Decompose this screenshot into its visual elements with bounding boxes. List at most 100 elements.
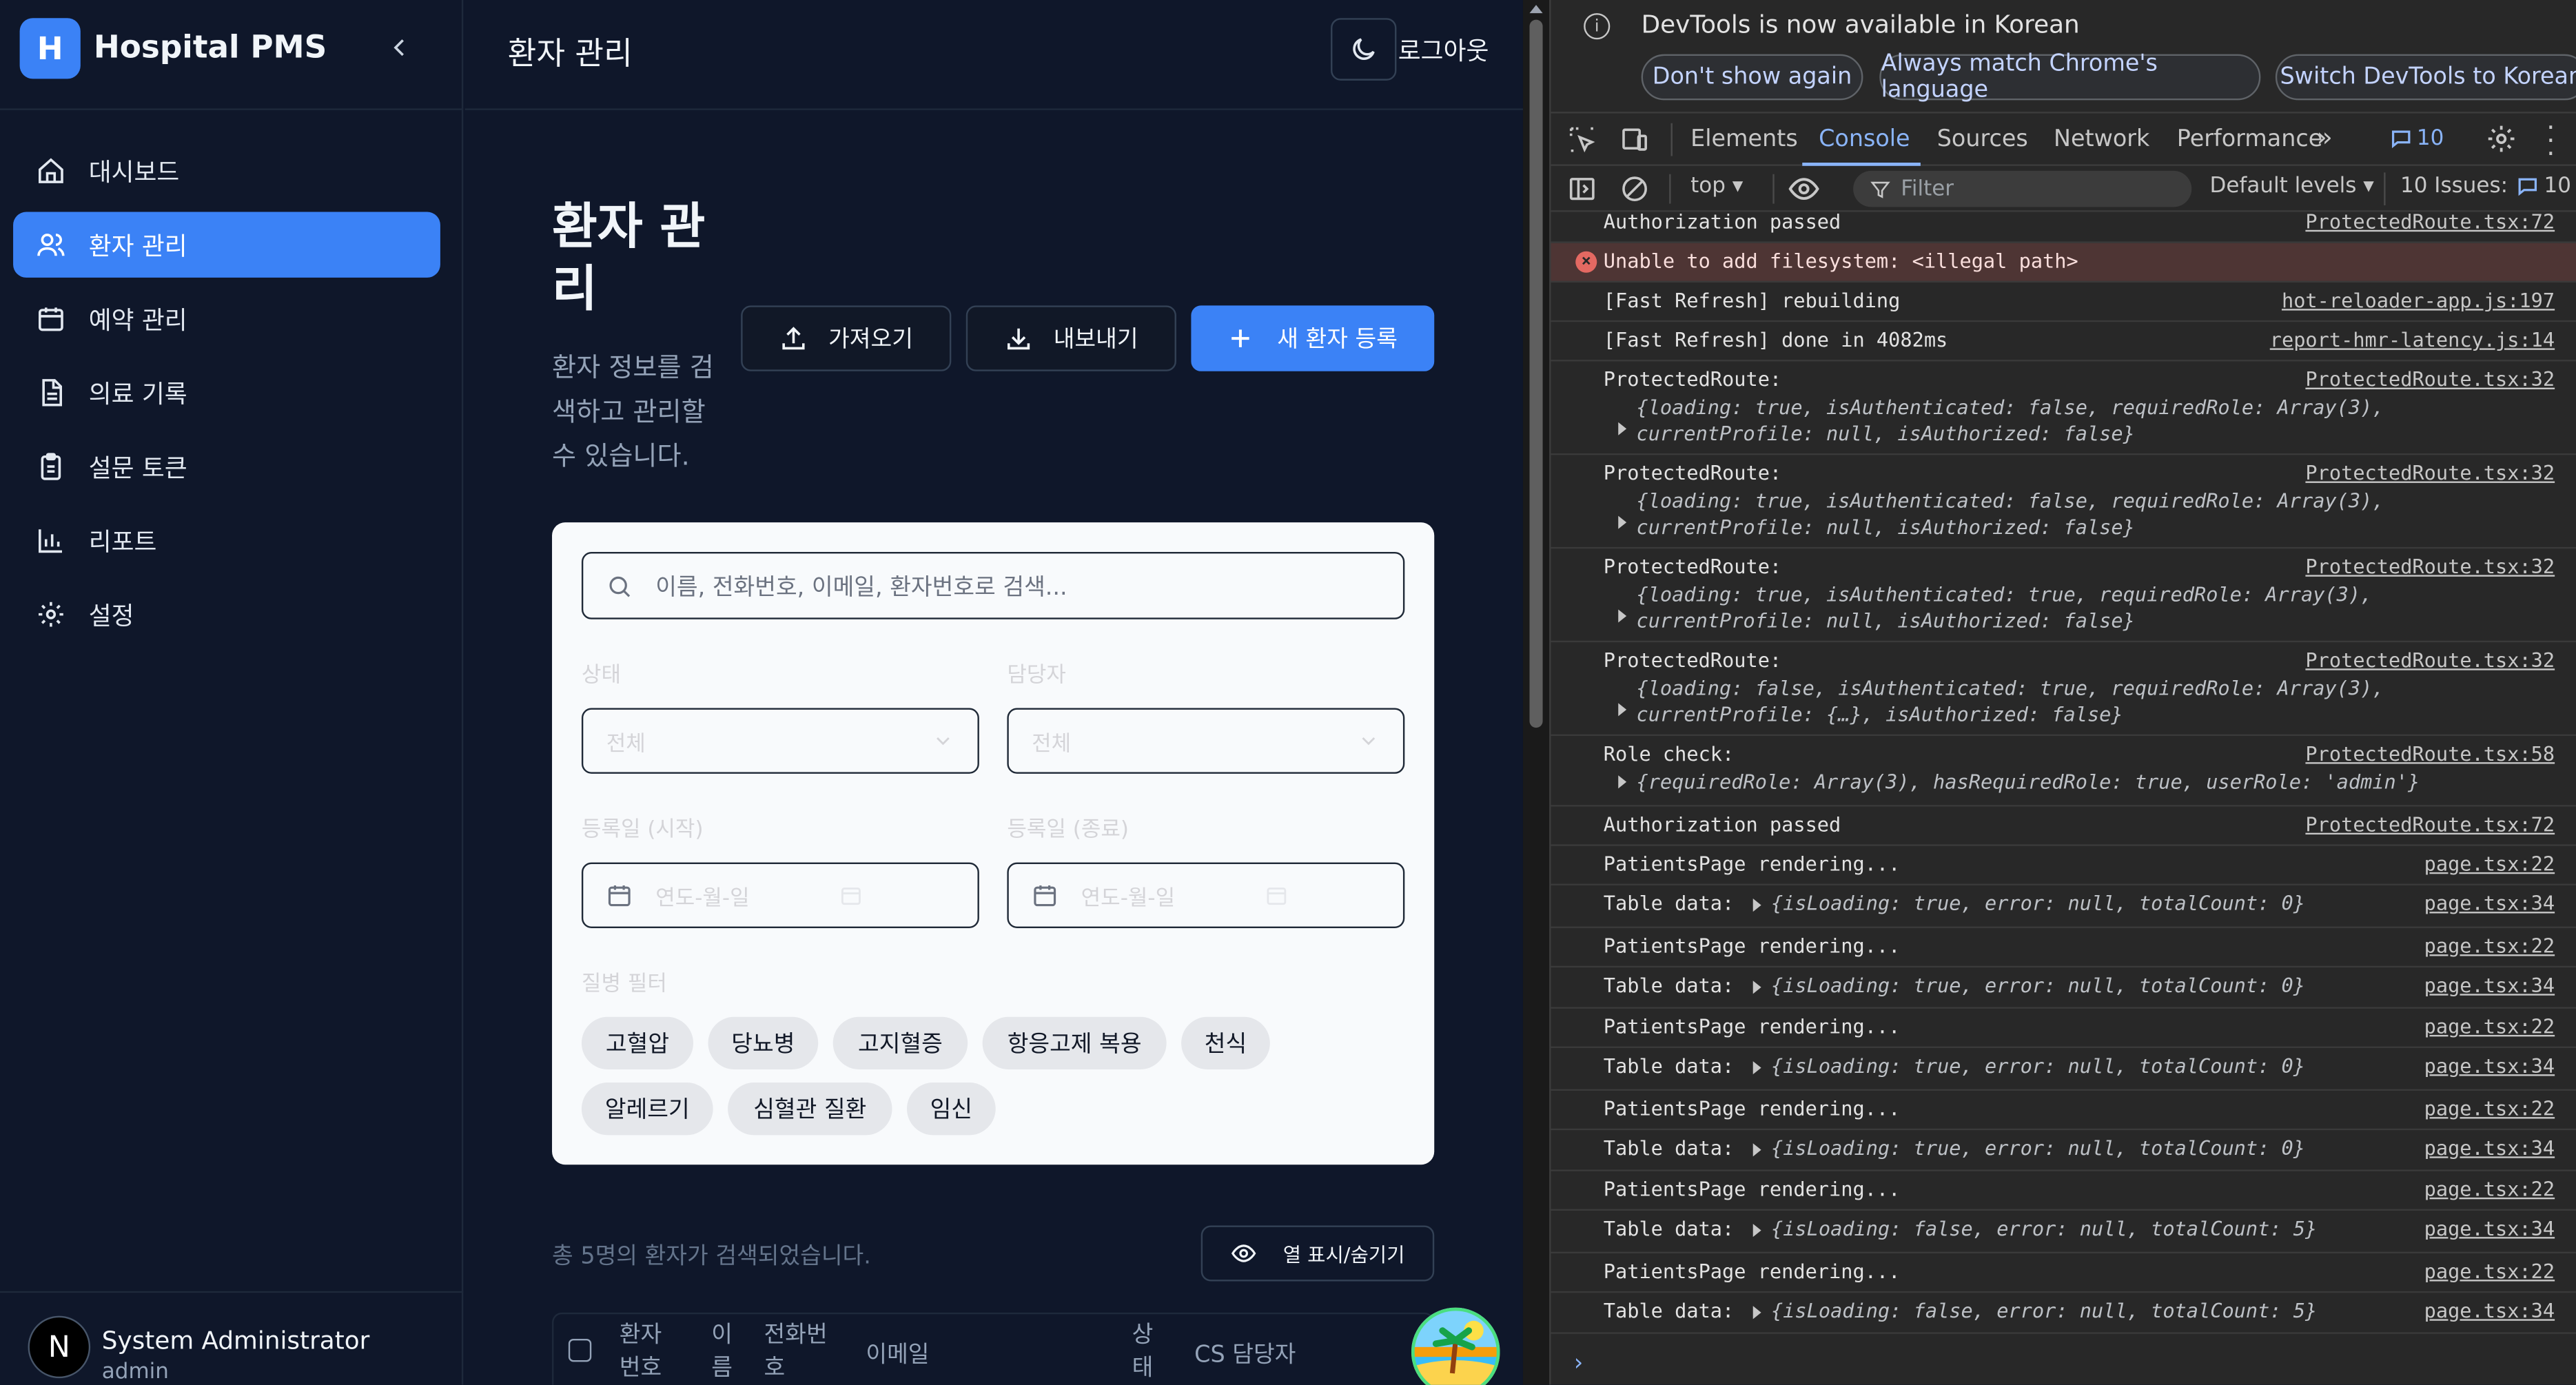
sidebar-item-records[interactable]: 의료 기록	[13, 360, 440, 425]
log-source-link[interactable]: report-hmr-latency.js:14	[2270, 329, 2555, 351]
toggle-columns-button[interactable]: 열 표시/숨기기	[1200, 1225, 1435, 1282]
theme-toggle-button[interactable]	[1331, 18, 1397, 81]
column-header[interactable]: 이메일	[866, 1337, 929, 1371]
disease-chip[interactable]: 천식	[1181, 1016, 1270, 1069]
start-date-input[interactable]: 연도-월-일	[581, 862, 979, 928]
context-select[interactable]: top ▾	[1690, 174, 1743, 199]
export-button[interactable]: 내보내기	[965, 305, 1176, 371]
log-source-link[interactable]: page.tsx:22	[2424, 934, 2555, 956]
log-object-preview[interactable]: {isLoading: false, error: null, totalCou…	[1771, 1218, 2559, 1240]
clear-console-icon[interactable]	[1620, 174, 1650, 204]
log-object-preview[interactable]: {isLoading: true, error: null, totalCoun…	[1771, 1055, 2559, 1078]
import-button[interactable]: 가져오기	[741, 305, 952, 371]
log-source-link[interactable]: page.tsx:22	[2424, 1096, 2555, 1119]
kebab-menu-icon[interactable]: · · ·	[2546, 114, 2555, 167]
log-object-preview[interactable]: {isLoading: true, error: null, totalCoun…	[1771, 892, 2559, 915]
disease-chip[interactable]: 알레르기	[581, 1083, 713, 1136]
console-log-row[interactable]: PatientsPage rendering... page.tsx:22	[1551, 927, 2576, 967]
log-source-link[interactable]: page.tsx:22	[2424, 1259, 2555, 1282]
column-header[interactable]: 전화번 호	[764, 1319, 840, 1384]
log-object-preview[interactable]: {requiredRole: Array(3), hasRequiredRole…	[1636, 769, 2556, 795]
console-log-row[interactable]: PatientsPage rendering... page.tsx:22	[1551, 1090, 2576, 1129]
console-log-row[interactable]: ProtectedRoute: ProtectedRoute.tsx:32 {loa…	[1551, 548, 2576, 643]
disease-chip[interactable]: 당뇨병	[708, 1016, 819, 1069]
column-header[interactable]: 환자 번호	[620, 1319, 672, 1384]
console-log-row[interactable]: Table data: page.tsx:34 {isLoading: false,…	[1551, 1211, 2576, 1253]
switch-korean-button[interactable]: Switch DevTools to Korean	[2275, 54, 2576, 101]
device-toolbar-icon[interactable]	[1620, 125, 1650, 154]
filter-input[interactable]: Filter	[1853, 170, 2192, 207]
log-source-link[interactable]: ProtectedRoute.tsx:72	[2305, 813, 2555, 836]
inspect-element-icon[interactable]	[1567, 125, 1597, 154]
console-log-row[interactable]: ProtectedRoute: ProtectedRoute.tsx:32 {loa…	[1551, 642, 2576, 737]
console-log-row[interactable]: Role check: ProtectedRoute.tsx:58 {require…	[1551, 736, 2576, 807]
log-object-preview[interactable]: {loading: true, isAuthenticated: false, …	[1636, 394, 2556, 447]
log-levels-select[interactable]: Default levels ▾	[2209, 174, 2373, 199]
status-select[interactable]: 전체	[581, 708, 979, 774]
end-date-input[interactable]: 연도-월-일	[1007, 862, 1405, 928]
log-source-link[interactable]: ProtectedRoute.tsx:32	[2305, 462, 2555, 484]
expand-arrow-icon[interactable]	[1618, 515, 1627, 529]
sidebar-item-settings[interactable]: 설정	[13, 582, 440, 647]
console-prompt-icon[interactable]: ›	[1574, 1351, 1583, 1377]
log-object-preview[interactable]: {isLoading: true, error: null, totalCoun…	[1771, 974, 2559, 996]
more-tabs-icon[interactable]: »	[2316, 121, 2332, 152]
sidebar-toggle-icon[interactable]	[1567, 174, 1597, 204]
log-source-link[interactable]: hot-reloader-app.js:197	[2282, 289, 2555, 312]
log-source-link[interactable]: page.tsx:22	[2424, 1015, 2555, 1038]
log-source-link[interactable]: ProtectedRoute.tsx:72	[2305, 212, 2555, 234]
issues-counter[interactable]: 10 Issues: 10	[2400, 174, 2571, 199]
console-log-row[interactable]: PatientsPage rendering... page.tsx:22	[1551, 1171, 2576, 1211]
log-object-preview[interactable]: {loading: false, isAuthenticated: true, …	[1636, 675, 2556, 728]
expand-arrow-icon[interactable]	[1752, 980, 1761, 994]
disease-chip[interactable]: 고혈압	[581, 1016, 694, 1069]
issues-badge[interactable]: 10	[2391, 127, 2444, 151]
console-log-row[interactable]: [Fast Refresh] rebuilding hot-reloader-ap…	[1551, 283, 2576, 322]
tab-sources[interactable]: Sources	[1937, 127, 2028, 153]
gear-icon[interactable]	[2486, 123, 2517, 154]
disease-chip[interactable]: 임신	[906, 1083, 996, 1136]
search-input[interactable]: 이름, 전화번호, 이메일, 환자번호로 검색...	[581, 552, 1405, 619]
expand-arrow-icon[interactable]	[1618, 703, 1627, 717]
expand-arrow-icon[interactable]	[1752, 1224, 1761, 1238]
console-log-row[interactable]: ProtectedRoute: ProtectedRoute.tsx:32 {loa…	[1551, 455, 2576, 549]
dont-show-again-button[interactable]: Don't show again	[1641, 54, 1863, 101]
log-source-link[interactable]: ProtectedRoute.tsx:32	[2305, 649, 2555, 672]
sidebar-item-dashboard[interactable]: 대시보드	[13, 138, 440, 203]
log-object-preview[interactable]: {isLoading: false, error: null, totalCou…	[1771, 1299, 2559, 1322]
sidebar-item-survey-tokens[interactable]: 설문 토큰	[13, 433, 440, 499]
console-log-row[interactable]: Table data: page.tsx:34 {isLoading: false,…	[1551, 1292, 2576, 1334]
column-header[interactable]: 상 태	[1132, 1319, 1158, 1384]
console-log-row[interactable]: Table data: page.tsx:34 {isLoading: true, …	[1551, 885, 2576, 927]
console-log-row[interactable]: Authorization passed ProtectedRoute.tsx:7…	[1551, 807, 2576, 846]
avatar[interactable]: N	[28, 1315, 91, 1379]
page-scrollbar[interactable]	[1522, 0, 1550, 1385]
match-language-button[interactable]: Always match Chrome's language	[1879, 51, 2261, 103]
expand-arrow-icon[interactable]	[1752, 1142, 1761, 1156]
log-object-preview[interactable]: {isLoading: true, error: null, totalCoun…	[1771, 1136, 2559, 1159]
expand-arrow-icon[interactable]	[1618, 609, 1627, 623]
log-source-link[interactable]: ProtectedRoute.tsx:32	[2305, 555, 2555, 578]
calendar-picker-icon[interactable]	[1265, 884, 1288, 907]
disease-chip[interactable]: 심혈관 질환	[728, 1083, 892, 1136]
tab-elements[interactable]: Elements	[1690, 127, 1798, 153]
logout-button[interactable]: 로그아웃	[1398, 33, 1489, 68]
console-log-row[interactable]: Table data: page.tsx:34 {isLoading: true, …	[1551, 1129, 2576, 1171]
log-object-preview[interactable]: {loading: true, isAuthenticated: true, r…	[1636, 582, 2556, 634]
tab-network[interactable]: Network	[2054, 127, 2149, 153]
floating-assistant-button[interactable]	[1411, 1307, 1500, 1385]
console-log-row[interactable]: PatientsPage rendering... page.tsx:22	[1551, 1253, 2576, 1293]
expand-arrow-icon[interactable]	[1752, 1305, 1761, 1319]
expand-arrow-icon[interactable]	[1752, 1061, 1761, 1075]
eye-icon[interactable]	[1788, 172, 1821, 205]
column-header[interactable]: CS 담당자	[1194, 1337, 1296, 1371]
sidebar-item-appointments[interactable]: 예약 관리	[13, 286, 440, 351]
console-log-row[interactable]: Table data: page.tsx:34 {isLoading: true, …	[1551, 967, 2576, 1009]
expand-arrow-icon[interactable]	[1618, 422, 1627, 435]
log-source-link[interactable]: ProtectedRoute.tsx:32	[2305, 368, 2555, 391]
tab-console[interactable]: Console	[1819, 127, 1910, 153]
column-header[interactable]: 이 름	[711, 1319, 737, 1384]
expand-arrow-icon[interactable]	[1752, 899, 1761, 912]
console-log-row[interactable]: PatientsPage rendering... page.tsx:22	[1551, 1009, 2576, 1048]
new-patient-button[interactable]: 새 환자 등록	[1191, 305, 1435, 371]
